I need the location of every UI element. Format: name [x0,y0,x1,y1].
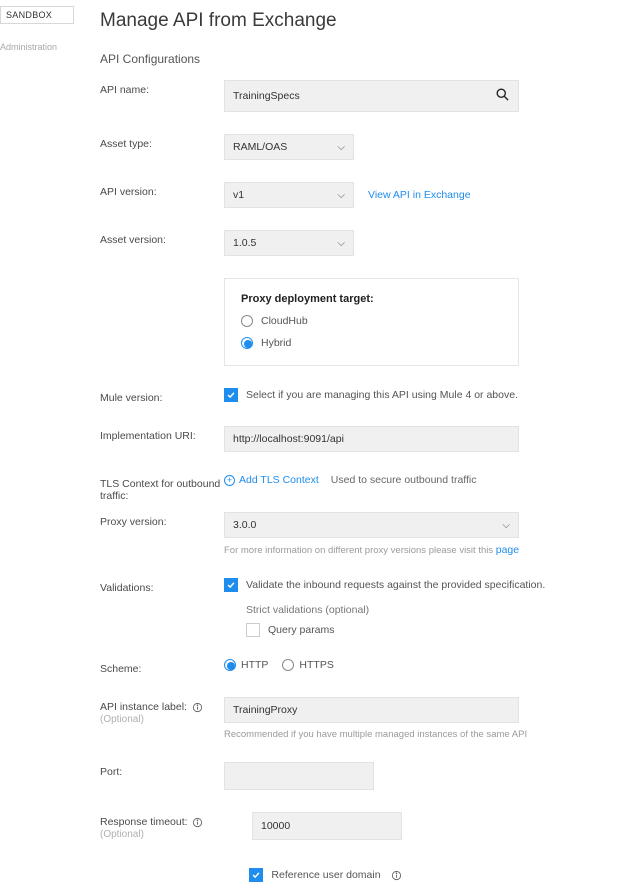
implementation-uri-input[interactable]: http://localhost:9091/api [224,426,519,452]
api-name-input[interactable]: TrainingSpecs [224,80,519,112]
search-icon[interactable] [495,87,510,105]
asset-type-label: Asset type: [100,134,224,150]
chevron-down-icon: ⌵ [502,520,510,531]
proxy-version-select[interactable]: 3.0.0 ⌵ [224,512,519,538]
query-params-label: Query params [268,624,335,636]
port-input[interactable] [224,762,374,790]
validations-checkbox[interactable] [224,578,238,592]
sidebar-item-administration[interactable]: Administration [0,42,74,52]
proxy-version-page-link[interactable]: page [496,544,519,556]
proxy-deployment-box: Proxy deployment target: CloudHub Hybrid [224,278,519,366]
strict-validations-heading: Strict validations (optional) [246,604,591,616]
scheme-option-https[interactable]: HTTPS [282,659,333,671]
scheme-http-label: HTTP [241,659,268,671]
reference-user-domain-label: Reference user domain [271,869,380,881]
response-timeout-label: Response timeout: (Optional) [100,812,224,840]
implementation-uri-label: Implementation URI: [100,426,224,442]
api-version-label: API version: [100,182,224,198]
asset-version-select[interactable]: 1.0.5 ⌵ [224,230,354,256]
implementation-uri-value: http://localhost:9091/api [233,433,344,445]
proxy-option-cloudhub[interactable]: CloudHub [241,315,502,327]
scheme-label: Scheme: [100,659,224,675]
radio-icon [241,337,253,349]
api-instance-help: Recommended if you have multiple managed… [224,729,591,740]
asset-version-value: 1.0.5 [233,237,256,249]
proxy-version-label: Proxy version: [100,512,224,528]
scheme-option-http[interactable]: HTTP [224,659,268,671]
proxy-version-value: 3.0.0 [233,519,256,531]
api-version-select[interactable]: v1 ⌵ [224,182,354,208]
scheme-https-label: HTTPS [299,659,333,671]
tls-context-label: TLS Context for outbound traffic: [100,474,224,502]
port-label: Port: [100,762,224,778]
response-timeout-input[interactable]: 10000 [252,812,402,840]
page-title: Manage API from Exchange [100,10,591,32]
tls-hint-text: Used to secure outbound traffic [331,474,477,486]
proxy-option-hybrid-label: Hybrid [261,337,291,349]
asset-type-value: RAML/OAS [233,141,287,153]
add-tls-context-link[interactable]: + Add TLS Context [224,474,319,486]
chevron-down-icon: ⌵ [337,238,345,249]
proxy-version-help: For more information on different proxy … [224,544,591,556]
api-instance-input[interactable]: TrainingProxy [224,697,519,723]
validations-label: Validations: [100,578,224,594]
chevron-down-icon: ⌵ [337,190,345,201]
radio-icon [282,659,294,671]
proxy-option-hybrid[interactable]: Hybrid [241,337,502,349]
api-instance-label: API instance label: (Optional) [100,697,224,725]
proxy-deployment-heading: Proxy deployment target: [241,293,502,305]
sidebar: SANDBOX Administration [0,0,78,892]
api-name-label: API name: [100,80,224,96]
radio-icon [224,659,236,671]
validations-text: Validate the inbound requests against th… [246,579,545,591]
view-in-exchange-link[interactable]: View API in Exchange [368,189,471,201]
reference-user-domain-checkbox[interactable] [249,868,263,882]
asset-version-label: Asset version: [100,230,224,246]
info-icon[interactable] [192,817,203,828]
proxy-option-cloudhub-label: CloudHub [261,315,308,327]
asset-type-select[interactable]: RAML/OAS ⌵ [224,134,354,160]
api-instance-value: TrainingProxy [233,704,297,716]
info-icon[interactable] [391,870,402,881]
query-params-checkbox[interactable] [246,623,260,637]
chevron-down-icon: ⌵ [337,142,345,153]
section-heading: API Configurations [100,52,591,66]
mule-version-text: Select if you are managing this API usin… [246,389,518,401]
radio-icon [241,315,253,327]
api-version-value: v1 [233,189,244,201]
mule-version-checkbox[interactable] [224,388,238,402]
strict-validations-block: Strict validations (optional) Query para… [246,604,591,637]
add-tls-context-label: Add TLS Context [239,474,319,486]
plus-icon: + [224,475,235,486]
sandbox-selector[interactable]: SANDBOX [0,6,74,24]
main-content: Manage API from Exchange API Configurati… [78,0,621,892]
mule-version-label: Mule version: [100,388,224,404]
api-name-value: TrainingSpecs [233,90,300,102]
info-icon[interactable] [192,702,203,713]
